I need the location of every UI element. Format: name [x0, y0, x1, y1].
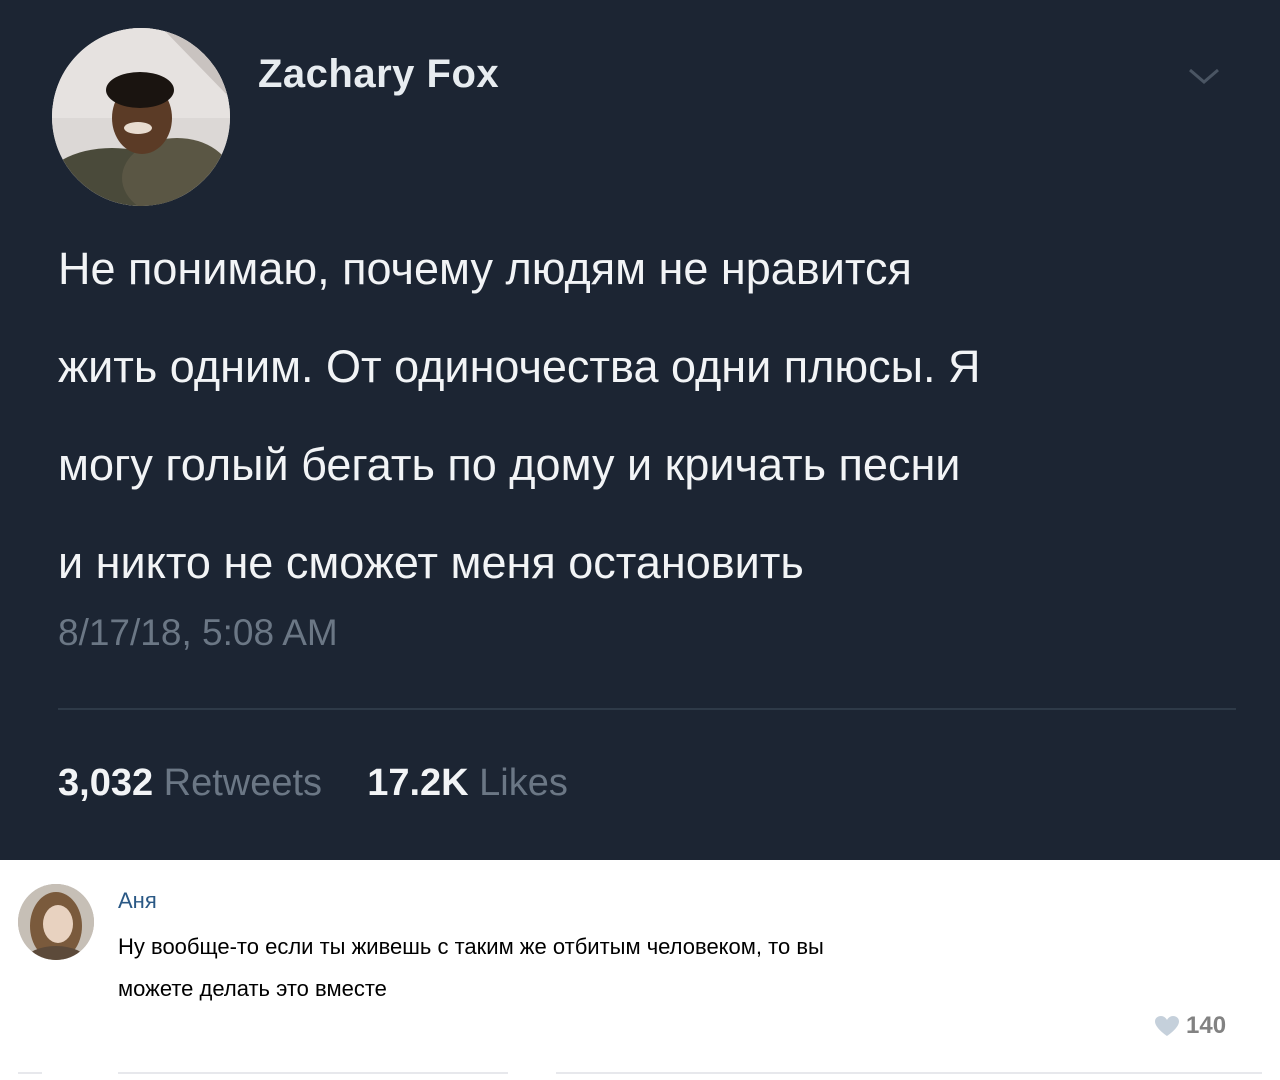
retweets-label[interactable]: Retweets — [164, 762, 322, 804]
tweet-text-line: могу голый бегать по дому и кричать песн… — [58, 439, 961, 490]
heart-icon — [1155, 1016, 1179, 1036]
comment-like-button[interactable]: 140 — [1154, 1012, 1226, 1040]
tweet-author-avatar[interactable] — [52, 28, 230, 206]
avatar-photo-icon — [52, 28, 230, 206]
comment-separator — [118, 1072, 508, 1074]
chevron-down-icon[interactable] — [1188, 66, 1220, 86]
tweet-text-line: жить одним. От одиночества одни плюсы. Я — [58, 341, 981, 392]
tweet-text-line: Не понимаю, почему людям не нравится — [58, 243, 912, 294]
likes-count[interactable]: 17.2K — [367, 762, 468, 804]
tweet-divider — [58, 708, 1236, 710]
tweet-stats: 3,032 Retweets 17.2K Likes — [58, 762, 568, 805]
comment-separator — [18, 1072, 42, 1074]
comment-text-line: можете делать это вместе — [118, 976, 387, 1001]
retweets-count[interactable]: 3,032 — [58, 762, 153, 804]
comment-text: Ну вообще-то если ты живешь с таким же о… — [118, 926, 1198, 1010]
likes-label[interactable]: Likes — [479, 762, 568, 804]
comment-text-line: Ну вообще-то если ты живешь с таким же о… — [118, 934, 824, 959]
tweet-author-name[interactable]: Zachary Fox — [258, 52, 499, 97]
tweet-text-line: и никто не сможет меня остановить — [58, 537, 804, 588]
comment-like-count: 140 — [1186, 1012, 1227, 1039]
comment-author-name[interactable]: Аня — [118, 888, 157, 914]
comment: Аня Ну вообще-то если ты живешь с таким … — [0, 860, 1280, 1080]
tweet-text: Не понимаю, почему людям не нравится жит… — [58, 220, 1238, 612]
comment-author-avatar[interactable] — [18, 884, 94, 960]
comment-separator — [556, 1072, 1262, 1074]
avatar-photo-icon — [18, 884, 94, 960]
tweet-card: Zachary Fox Не понимаю, почему людям не … — [0, 0, 1280, 860]
tweet-timestamp[interactable]: 8/17/18, 5:08 AM — [58, 612, 338, 654]
